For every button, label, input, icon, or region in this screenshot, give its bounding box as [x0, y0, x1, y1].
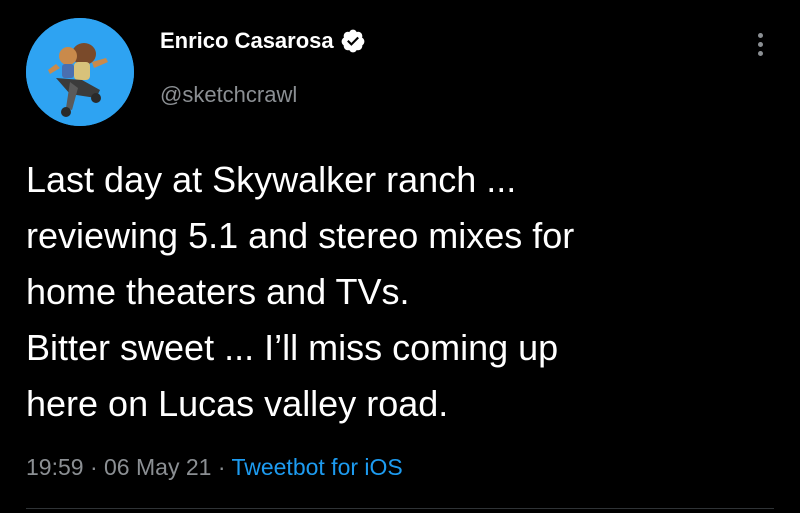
tweet-meta: 19:59 · 06 May 21 · Tweetbot for iOS: [26, 452, 403, 482]
more-dot: [757, 32, 763, 38]
more-dot: [757, 50, 763, 56]
verified-badge-icon: [340, 28, 366, 54]
tweet-text-line: home theaters and TVs.: [26, 271, 410, 312]
tweet-text: Last day at Skywalker ranch ... reviewin…: [26, 152, 786, 432]
tweet-card: Enrico Casarosa @sketchcrawl Last day at…: [0, 0, 800, 513]
author-name[interactable]: Enrico Casarosa: [160, 26, 366, 56]
tweet-text-line: Bitter sweet ... I’ll miss coming up: [26, 327, 559, 368]
meta-separator: ·: [89, 454, 105, 480]
avatar[interactable]: [26, 18, 134, 126]
tweet-date[interactable]: 06 May 21: [104, 454, 211, 480]
avatar-illustration: [26, 18, 134, 126]
author-name-text[interactable]: Enrico Casarosa: [160, 26, 334, 56]
tweet-text-line: here on Lucas valley road.: [26, 383, 449, 424]
more-dot: [757, 41, 763, 47]
divider: [26, 508, 774, 509]
tweet-text-line: Last day at Skywalker ranch ...: [26, 159, 517, 200]
more-options-icon[interactable]: [746, 26, 774, 62]
author-handle[interactable]: @sketchcrawl: [160, 80, 297, 110]
meta-separator: ·: [217, 454, 232, 480]
tweet-source-link[interactable]: Tweetbot for iOS: [231, 454, 402, 480]
tweet-time[interactable]: 19:59: [26, 454, 84, 480]
tweet-text-line: reviewing 5.1 and stereo mixes for: [26, 215, 575, 256]
